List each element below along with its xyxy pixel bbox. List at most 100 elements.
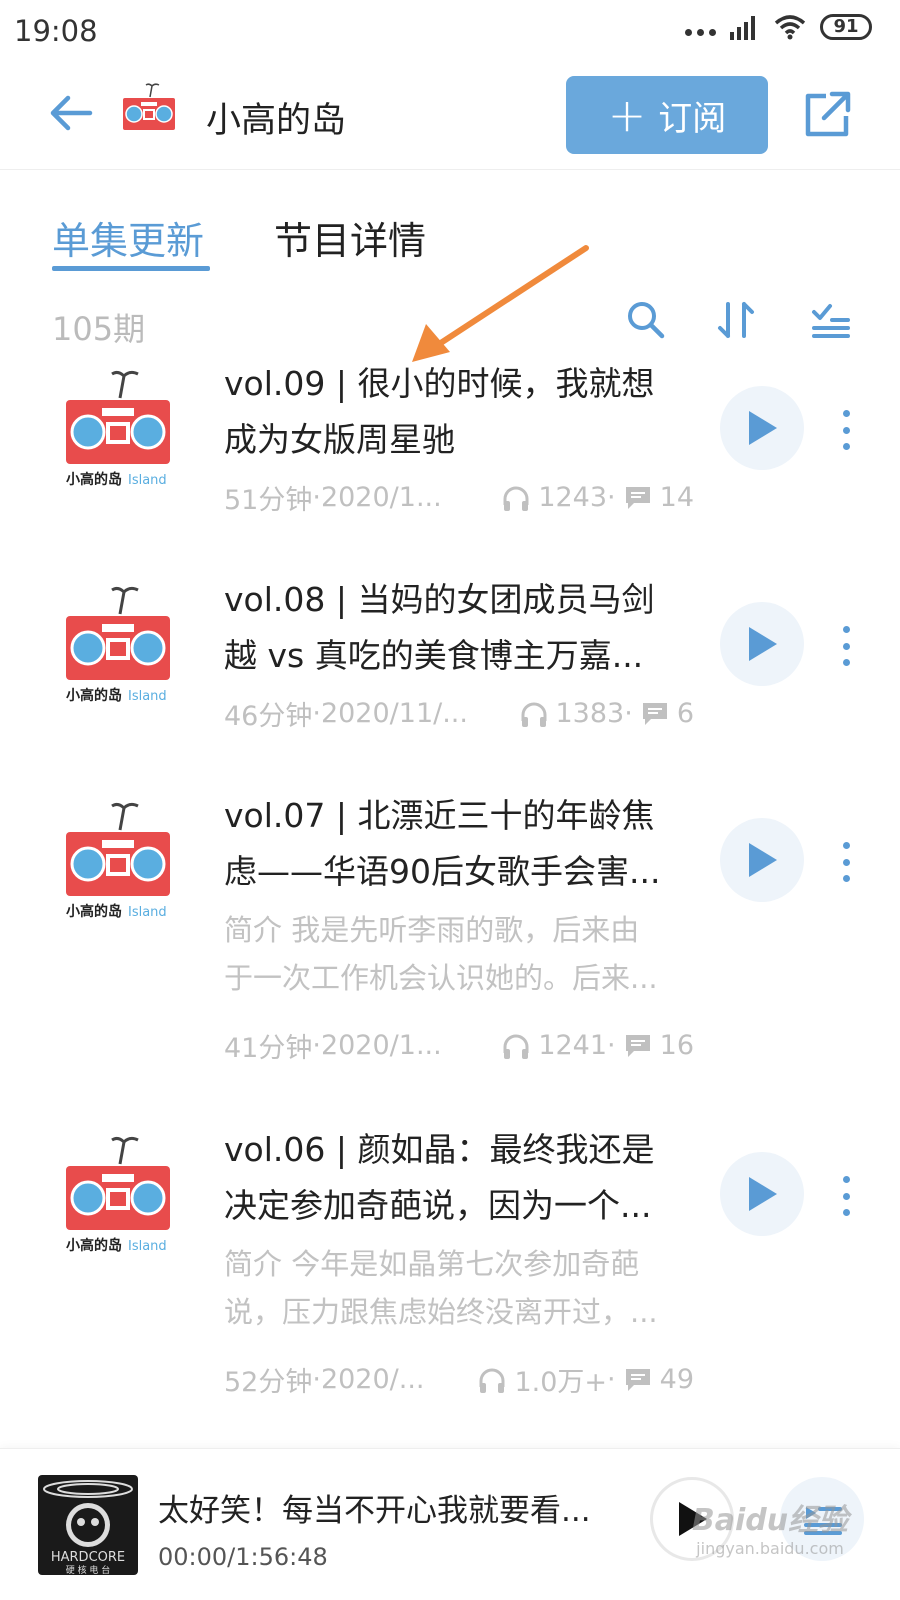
play-icon — [679, 1502, 707, 1536]
episode-title: vol.08 | 当妈的女团成员马剑 越 vs 真吃的美食博主万嘉... — [224, 572, 694, 684]
episode-title-line: 虑——华语90后女歌手会害... — [224, 852, 661, 891]
active-tab-indicator — [52, 266, 210, 271]
episode-cover: 小高的岛 Island — [66, 370, 170, 488]
episode-comments: 14 — [659, 482, 694, 513]
wifi-icon — [774, 15, 806, 40]
episode-comments: 6 — [676, 698, 694, 729]
page-title: 小高的岛 — [206, 101, 347, 141]
episode-row[interactable]: 小高的岛 Island vol.06 | 颜如晶：最终我还是 决定参加奇葩说，因… — [0, 1126, 900, 1436]
cover-text: HARDCORE — [51, 1550, 125, 1565]
subscribe-button[interactable]: + 订阅 — [566, 76, 768, 154]
headphones-icon — [503, 1034, 529, 1059]
header: 小高的岛 + 订阅 — [0, 62, 900, 170]
episode-title-line: 越 vs 真吃的美食博主万嘉... — [224, 636, 644, 675]
cover-brand-en: Island — [128, 1239, 167, 1254]
now-playing-title: 太好笑！每当不开心我就要看... — [158, 1493, 591, 1529]
episode-row[interactable]: 小高的岛 Island vol.07 | 北漂近三十的年龄焦 虑——华语90后女… — [0, 792, 900, 1102]
meta-separator: · — [607, 1030, 616, 1061]
episode-title-line: vol.08 | 当妈的女团成员马剑 — [224, 580, 655, 619]
episode-comments: 49 — [659, 1364, 694, 1395]
episode-description: 简介 今年是如晶第七次参加奇葩 说，压力跟焦虑始终没离开过，... — [224, 1240, 694, 1336]
more-options-icon[interactable] — [834, 840, 858, 884]
share-icon[interactable] — [800, 86, 856, 142]
episode-plays: 1243 — [538, 482, 608, 513]
cover-brand: 小高的岛 — [66, 903, 122, 920]
subscribe-label: 订阅 — [658, 98, 727, 139]
episode-title: vol.07 | 北漂近三十的年龄焦 虑——华语90后女歌手会害... — [224, 788, 694, 900]
tab-program-details[interactable]: 节目详情 — [274, 210, 426, 265]
hardcore-logo: HARDCORE 硬 核 电 台 — [43, 1480, 133, 1575]
status-time: 19:08 — [14, 14, 98, 48]
mini-player[interactable]: HARDCORE 硬 核 电 台 太好笑！每当不开心我就要看... 00:00/… — [0, 1448, 900, 1600]
episode-cover: 小高的岛 Island — [66, 802, 170, 920]
cover-brand-en: Island — [128, 689, 167, 704]
episode-row[interactable]: 小高的岛 Island vol.09 | 很小的时候，我就想 成为女版周星驰 5… — [0, 360, 900, 560]
episode-description-line: 说，压力跟焦虑始终没离开过，... — [224, 1295, 658, 1329]
comment-icon — [625, 486, 650, 509]
episode-title-line: vol.06 | 颜如晶：最终我还是 — [224, 1130, 655, 1169]
episode-duration: 52分钟 — [224, 1367, 313, 1398]
more-options-icon[interactable] — [834, 408, 858, 452]
tab-bar: 单集更新 节目详情 — [0, 190, 900, 280]
headphones-icon — [521, 702, 546, 727]
episode-date: 2020/1... — [320, 1030, 442, 1061]
tab-episodes[interactable]: 单集更新 — [52, 210, 204, 265]
episode-duration: 51分钟 — [224, 485, 313, 516]
meta-separator: · — [312, 1030, 321, 1061]
now-playing-time: 00:00/1:56:48 — [158, 1543, 328, 1571]
cover-brand-en: Island — [128, 905, 167, 920]
episode-title: vol.09 | 很小的时候，我就想 成为女版周星驰 — [224, 356, 694, 468]
meta-separator: · — [312, 698, 321, 729]
episode-title-line: vol.09 | 很小的时候，我就想 — [224, 364, 655, 403]
podcast-logo — [123, 83, 175, 140]
back-arrow-icon[interactable] — [46, 88, 96, 138]
episode-meta: 46分钟 · 2020/11/... 1383 · 6 — [224, 694, 694, 733]
cover-brand: 小高的岛 — [66, 1237, 122, 1254]
play-button[interactable] — [720, 602, 804, 686]
episode-plays: 1.0万+ — [514, 1367, 608, 1398]
episode-description-line: 简介 我是先听李雨的歌，后来由 — [224, 913, 640, 947]
play-button[interactable] — [720, 1152, 804, 1236]
episode-title-line: 决定参加奇葩说，因为一个... — [224, 1186, 652, 1225]
episode-meta: 51分钟 · 2020/1... 1243 · 14 — [224, 478, 694, 517]
meta-separator: · — [607, 482, 616, 513]
plus-icon: + — [607, 88, 647, 142]
play-button[interactable] — [720, 818, 804, 902]
playlist-button[interactable] — [780, 1477, 864, 1561]
episode-description-line: 简介 今年是如晶第七次参加奇葩 — [224, 1247, 640, 1281]
episode-meta: 52分钟 · 2020/... 1.0万+ · 49 — [224, 1360, 694, 1399]
play-button[interactable] — [720, 386, 804, 470]
more-options-icon[interactable] — [834, 624, 858, 668]
episode-date: 2020/11/... — [320, 698, 468, 729]
episode-duration: 41分钟 — [224, 1033, 313, 1064]
episode-date: 2020/... — [320, 1364, 425, 1395]
episode-title: vol.06 | 颜如晶：最终我还是 决定参加奇葩说，因为一个... — [224, 1122, 694, 1234]
more-dots-icon — [685, 14, 716, 40]
search-icon[interactable] — [624, 298, 668, 342]
playlist-icon — [804, 1507, 842, 1535]
episode-cover: 小高的岛 Island — [66, 586, 170, 704]
signal-icon — [730, 16, 755, 40]
episode-description: 简介 我是先听李雨的歌，后来由 于一次工作机会认识她的。后来... — [224, 906, 694, 1002]
episode-title-line: 成为女版周星驰 — [224, 420, 455, 459]
status-bar: 19:08 91 — [0, 0, 900, 62]
meta-separator: · — [607, 1364, 616, 1395]
meta-separator: · — [312, 482, 321, 513]
episode-plays: 1383 — [555, 698, 625, 729]
status-icons: 91 — [685, 14, 872, 40]
episode-comments: 16 — [659, 1030, 694, 1061]
now-playing-cover: HARDCORE 硬 核 电 台 — [38, 1475, 138, 1575]
episode-count: 105期 — [52, 310, 146, 348]
play-icon — [749, 843, 777, 877]
comment-icon — [625, 1368, 650, 1391]
play-icon — [749, 1177, 777, 1211]
batch-select-icon[interactable] — [808, 298, 852, 342]
more-options-icon[interactable] — [834, 1174, 858, 1218]
episode-date: 2020/1... — [320, 482, 442, 513]
mini-player-play-button[interactable] — [650, 1477, 734, 1561]
cover-brand: 小高的岛 — [66, 687, 122, 704]
episode-row[interactable]: 小高的岛 Island vol.08 | 当妈的女团成员马剑 越 vs 真吃的美… — [0, 576, 900, 776]
cover-brand-en: Island — [128, 473, 167, 488]
sort-icon[interactable] — [714, 298, 758, 342]
episode-title-line: vol.07 | 北漂近三十的年龄焦 — [224, 796, 655, 835]
